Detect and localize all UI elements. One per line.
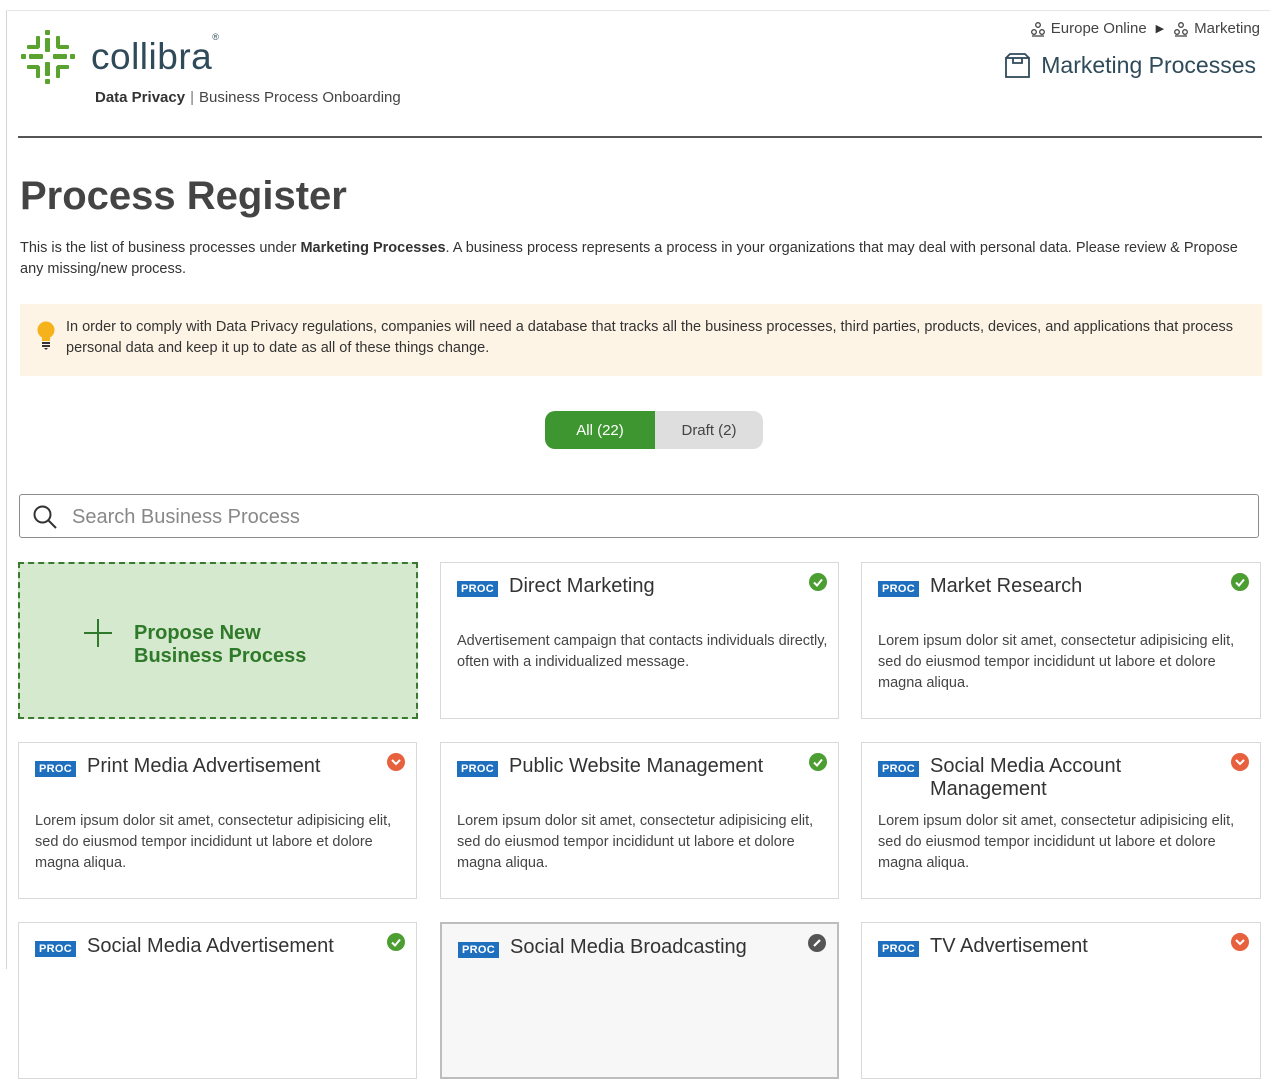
process-card-print-media-advertisement[interactable]: PROC Print Media Advertisement Lorem ips… [18, 742, 417, 899]
search-input[interactable] [70, 501, 1224, 533]
breadcrumb-arrow-icon: ▶ [1155, 23, 1165, 35]
card-title[interactable]: TV Advertisement [930, 935, 1220, 958]
card-title[interactable]: Social Media Account Management [930, 755, 1220, 801]
process-card-direct-marketing[interactable]: PROC Direct Marketing Advertisement camp… [440, 562, 839, 719]
page-intro: This is the list of business processes u… [20, 240, 1238, 277]
card-description: Lorem ipsum dolor sit amet, consectetur … [35, 813, 392, 871]
card-title[interactable]: Social Media Broadcasting [510, 936, 800, 959]
status-ok-icon [1231, 573, 1249, 591]
status-ok-icon [809, 573, 827, 591]
card-description: Lorem ipsum dolor sit amet, consectetur … [457, 813, 814, 871]
card-description: Lorem ipsum dolor sit amet, consectetur … [878, 633, 1235, 691]
status-warning-icon [1231, 753, 1249, 771]
lightbulb-icon [37, 321, 55, 350]
process-card-social-media-broadcasting[interactable]: PROC Social Media Broadcasting [440, 922, 839, 1079]
proc-badge: PROC [35, 761, 76, 777]
status-ok-icon [387, 933, 405, 951]
proc-badge: PROC [35, 941, 76, 957]
proc-badge: PROC [878, 941, 919, 957]
card-description: Advertisement campaign that contacts ind… [457, 633, 828, 670]
collibra-logo-icon [21, 30, 75, 84]
proc-badge: PROC [878, 581, 919, 597]
proc-badge: PROC [458, 942, 499, 958]
proc-badge: PROC [878, 761, 919, 777]
card-title[interactable]: Print Media Advertisement [87, 755, 377, 778]
community-title-text: Marketing Processes [1041, 52, 1256, 78]
subtitle-separator: | [190, 89, 194, 106]
breadcrumb: Europe Online ▶ Marketing [1030, 20, 1260, 37]
breadcrumb-item-marketing[interactable]: Marketing [1194, 20, 1260, 37]
tip-text: In order to comply with Data Privacy reg… [66, 319, 1234, 356]
proc-badge: PROC [457, 761, 498, 777]
status-edit-icon [808, 934, 826, 952]
subtitle-product: Data Privacy [95, 89, 186, 106]
process-card-public-website-management[interactable]: PROC Public Website Management Lorem ips… [440, 742, 839, 899]
card-title[interactable]: Social Media Advertisement [87, 935, 377, 958]
status-filter-toggle: All (22) Draft (2) [545, 411, 763, 449]
page-frame-top [6, 10, 1270, 11]
card-description: Lorem ipsum dolor sit amet, consectetur … [878, 813, 1235, 871]
card-title[interactable]: Market Research [930, 575, 1220, 598]
propose-label: Propose New Business Process [134, 622, 307, 667]
status-ok-icon [809, 753, 827, 771]
process-card-market-research[interactable]: PROC Market Research Lorem ipsum dolor s… [861, 562, 1261, 719]
status-warning-icon [1231, 933, 1249, 951]
filter-all-button[interactable]: All (22) [545, 411, 655, 449]
propose-new-process-button[interactable]: Propose New Business Process [18, 562, 418, 719]
community-title: Marketing Processes [1004, 52, 1256, 79]
proc-badge: PROC [457, 581, 498, 597]
search-icon [33, 505, 57, 529]
card-title[interactable]: Public Website Management [509, 755, 799, 778]
app-subtitle: Data Privacy | Business Process Onboarding [95, 89, 401, 106]
header-divider [18, 136, 1262, 138]
subtitle-page: Business Process Onboarding [198, 89, 401, 106]
process-card-tv-advertisement[interactable]: PROC TV Advertisement [861, 922, 1261, 1079]
filter-draft-button[interactable]: Draft (2) [655, 411, 763, 449]
community-icon [1030, 21, 1045, 37]
page-frame-left [6, 10, 7, 969]
domain-box-icon [1005, 53, 1031, 78]
card-title[interactable]: Direct Marketing [509, 575, 799, 598]
search-box [19, 494, 1259, 538]
collibra-logo[interactable]: collibra® [21, 30, 219, 84]
process-card-social-media-advertisement[interactable]: PROC Social Media Advertisement [18, 922, 417, 1079]
logo-wordmark: collibra® [91, 32, 220, 77]
page-title: Process Register [20, 174, 347, 218]
status-warning-icon [387, 753, 405, 771]
tip-banner: In order to comply with Data Privacy reg… [20, 304, 1262, 376]
breadcrumb-item-europe-online[interactable]: Europe Online [1051, 20, 1147, 37]
process-card-social-media-account-management[interactable]: PROC Social Media Account Management Lor… [861, 742, 1261, 899]
community-icon [1174, 21, 1189, 37]
plus-icon [84, 619, 112, 647]
